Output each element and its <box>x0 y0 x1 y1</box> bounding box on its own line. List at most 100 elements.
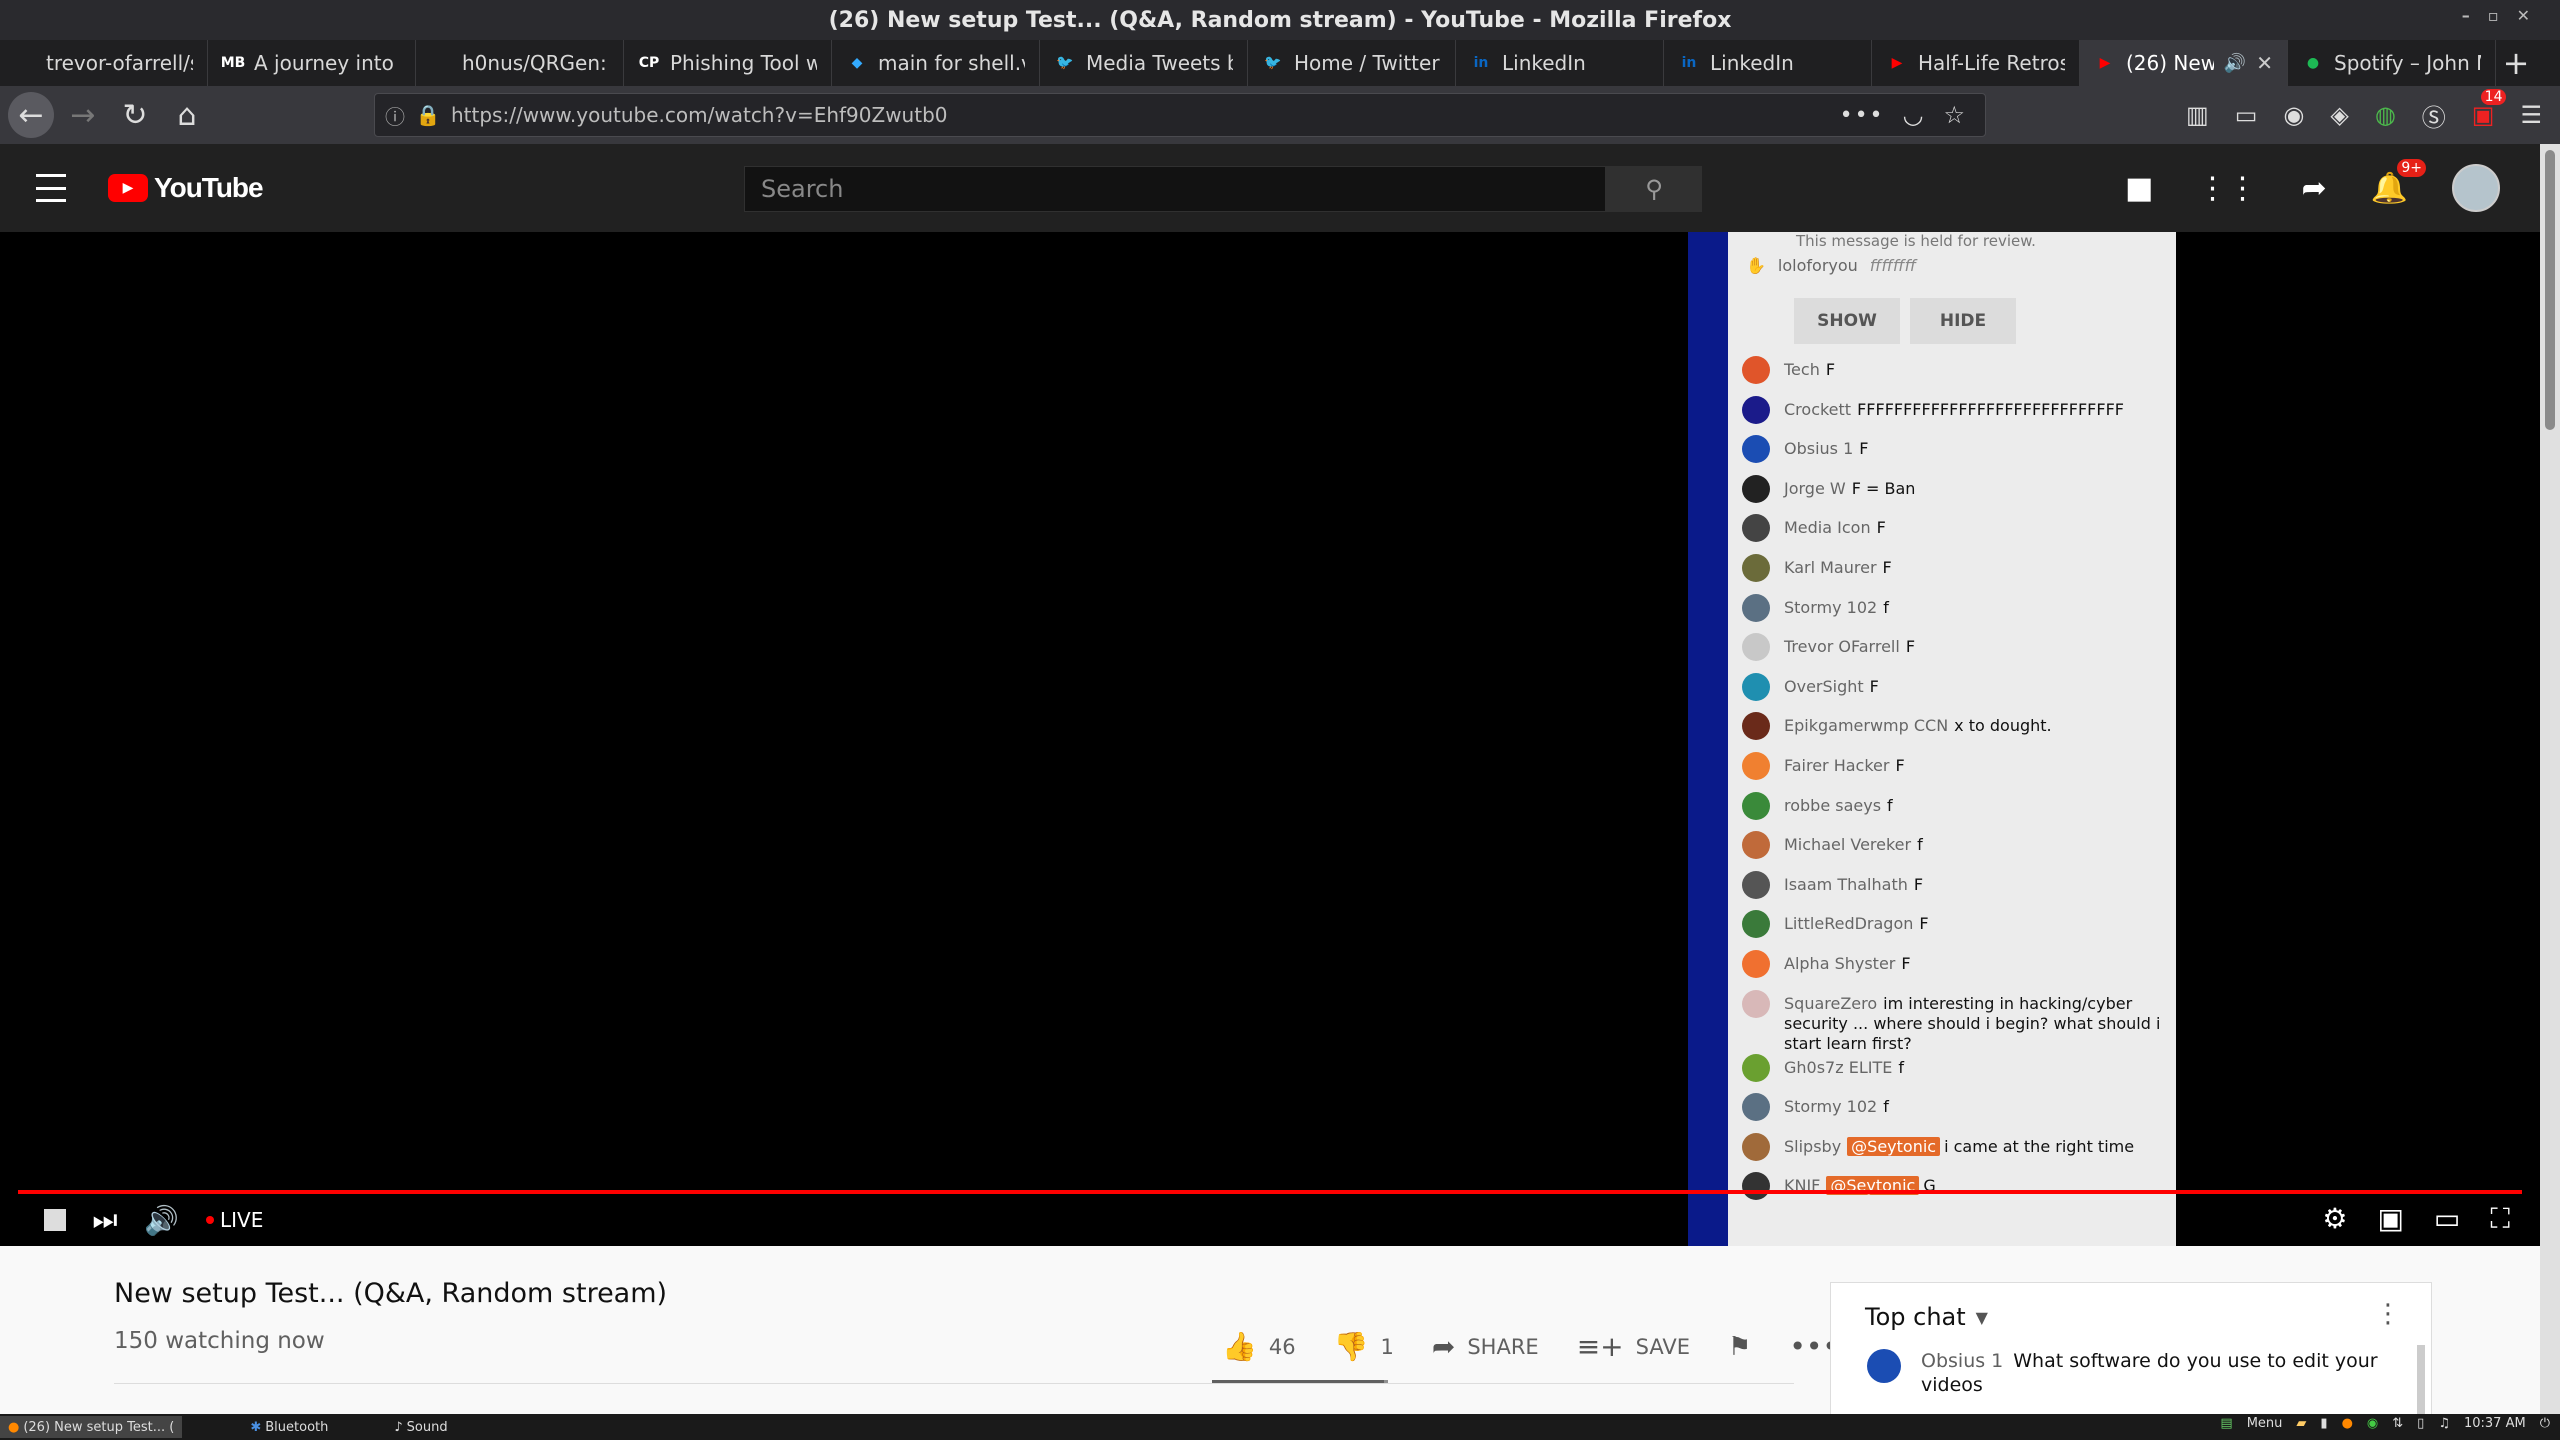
twitter-icon: 🐦 <box>1056 55 1074 71</box>
terminal-icon[interactable]: ▮ <box>2320 1416 2327 1431</box>
twitter-icon: 🐦 <box>1264 55 1282 71</box>
extension-sync-icon[interactable]: ◍ <box>2375 101 2396 129</box>
info-icon[interactable]: ⓘ <box>375 101 415 130</box>
fullscreen-icon[interactable]: ⛶ <box>2490 1202 2510 1236</box>
menu-icon[interactable]: ☰ <box>2520 101 2542 129</box>
page-scrollbar[interactable] <box>2540 144 2560 1414</box>
chat-more-icon[interactable]: ⋮ <box>2375 1299 2401 1329</box>
volume-tray-icon[interactable]: ♫ <box>2438 1416 2450 1431</box>
battery-icon[interactable]: ▯ <box>2417 1416 2424 1431</box>
list-item: Stormy 102 f <box>1742 593 2162 634</box>
tab-10[interactable]: ▶ (26) New s 🔊 ✕ <box>2080 40 2288 86</box>
minimize-icon[interactable]: – <box>2462 6 2470 25</box>
tab-3[interactable]: CP Phishing Tool wit <box>624 40 832 86</box>
address-bar[interactable]: ⓘ 🔒 https://www.youtube.com/watch?v=Ehf9… <box>374 93 1986 137</box>
arrow-left-icon: ← <box>18 97 44 133</box>
tab-6[interactable]: 🐦 Home / Twitter <box>1248 40 1456 86</box>
live-indicator[interactable]: LIVE <box>206 1208 263 1232</box>
home-button[interactable]: ⌂ <box>164 92 210 138</box>
dislike-button[interactable]: 👎 1 <box>1334 1330 1394 1363</box>
forward-button[interactable]: → <box>60 92 106 138</box>
back-button[interactable]: ← <box>8 92 54 138</box>
chat-author: Jorge W <box>1784 478 1846 498</box>
tab-audio-icon[interactable]: 🔊 <box>2224 53 2246 74</box>
search-input[interactable]: Search <box>744 166 1606 212</box>
share-button[interactable]: ➦ SHARE <box>1432 1330 1539 1363</box>
scrollbar-thumb[interactable] <box>2545 150 2555 430</box>
folder-icon[interactable]: ▰ <box>2296 1416 2306 1431</box>
power-icon[interactable]: ⏻ <box>2540 1416 2550 1431</box>
extension-s-icon[interactable]: Ⓢ <box>2422 98 2446 133</box>
youtube-logo-text: YouTube <box>154 172 264 203</box>
new-tab-button[interactable]: + <box>2496 40 2536 86</box>
url-text[interactable]: https://www.youtube.com/watch?v=Ehf90Zwu… <box>451 103 948 127</box>
hamburger-menu-icon[interactable] <box>36 174 66 202</box>
theater-mode-icon[interactable]: ▭ <box>2434 1202 2460 1236</box>
taskbar-item-bluetooth[interactable]: ✱ Bluetooth <box>242 1416 336 1438</box>
chat-author: Karl Maurer <box>1784 557 1877 577</box>
tab-2[interactable]: h0nus/QRGen: Si <box>416 40 624 86</box>
tab-4[interactable]: ◆ main for shell.vp <box>832 40 1040 86</box>
list-item: Crockett FFFFFFFFFFFFFFFFFFFFFFFFFFFFF <box>1742 395 2162 436</box>
apps-grid-icon[interactable]: ⋮⋮ <box>2198 171 2258 206</box>
report-flag-icon[interactable]: ⚑ <box>1728 1332 1751 1362</box>
save-button[interactable]: ≡+ SAVE <box>1577 1330 1690 1363</box>
bookmark-star-icon[interactable]: ☆ <box>1943 101 1965 129</box>
next-icon[interactable]: ⏭ <box>88 1203 122 1237</box>
chrome-icon[interactable]: ◉ <box>2367 1416 2378 1431</box>
chat-text: F = Ban <box>1851 478 1916 498</box>
tab-8[interactable]: in LinkedIn <box>1664 40 1872 86</box>
network-icon[interactable]: ⇅ <box>2392 1416 2403 1431</box>
stop-button[interactable] <box>44 1209 66 1231</box>
clock[interactable]: 10:37 AM <box>2464 1416 2526 1431</box>
chat-text: f <box>1883 1097 1889 1117</box>
list-item: Tech F <box>1742 356 2162 396</box>
chat-author: Epikgamerwmp CCN <box>1784 716 1949 736</box>
library-icon[interactable]: ▥ <box>2186 101 2209 129</box>
account-icon[interactable]: ◉ <box>2283 101 2304 129</box>
pocket-icon[interactable]: ◡ <box>1903 101 1924 129</box>
chat-scrollbar[interactable] <box>2417 1345 2425 1423</box>
close-window-icon[interactable]: ✕ <box>2517 6 2530 25</box>
avatar[interactable] <box>2452 164 2500 212</box>
tab-1[interactable]: MB A journey into Ra <box>208 40 416 86</box>
tab-0[interactable]: trevor-ofarrell/si <box>0 40 208 86</box>
tab-5[interactable]: 🐦 Media Tweets by <box>1040 40 1248 86</box>
list-item: Epikgamerwmp CCN x to dought. <box>1742 712 2162 752</box>
extension-shield-icon[interactable]: ◈ <box>2330 101 2348 129</box>
sidebar-icon[interactable]: ▭ <box>2235 101 2258 129</box>
video-actions: 👍 46 👎 1 ➦ SHARE ≡+ SAVE ⚑ ••• <box>1222 1330 1839 1363</box>
volume-icon[interactable]: 🔊 <box>144 1204 179 1237</box>
maximize-icon[interactable]: ▫ <box>2488 6 2499 25</box>
tab-9[interactable]: ▶ Half-Life Retrosp <box>1872 40 2080 86</box>
held-message-buttons: SHOW HIDE <box>1794 298 2016 344</box>
menu-start-icon[interactable]: ▤ <box>2220 1416 2232 1431</box>
reload-button[interactable]: ↻ <box>112 92 158 138</box>
window-titlebar: (26) New setup Test... (Q&A, Random stre… <box>0 0 2560 40</box>
extension-badge-icon[interactable]: ▣ 14 <box>2472 89 2507 129</box>
tab-7[interactable]: in LinkedIn <box>1456 40 1664 86</box>
miniplayer-icon[interactable]: ▣ <box>2377 1202 2403 1236</box>
notifications-bell-icon[interactable]: 🔔 9+ <box>2371 158 2426 206</box>
close-tab-icon[interactable]: ✕ <box>2256 51 2273 75</box>
messages-icon[interactable]: ➦ <box>2302 171 2327 206</box>
browser-icon[interactable]: ● <box>2342 1416 2353 1431</box>
create-video-icon[interactable]: ■ <box>2125 171 2153 206</box>
tab-11[interactable]: ● Spotify – John Ma <box>2288 40 2496 86</box>
youtube-logo[interactable]: ▶ YouTube <box>108 172 264 204</box>
taskbar-item-sound[interactable]: ♪ Sound <box>386 1416 455 1438</box>
mb-icon: MB <box>220 55 246 71</box>
top-chat-dropdown[interactable]: Top chat ▼ <box>1865 1303 1988 1331</box>
video-player[interactable]: This message is held for review. ✋ lolof… <box>0 232 2540 1246</box>
settings-gear-icon[interactable]: ⚙ <box>2322 1202 2347 1236</box>
list-item: Karl Maurer F <box>1742 553 2162 594</box>
taskbar-item-firefox[interactable]: ● (26) New setup Test... ( <box>0 1416 183 1438</box>
tab-label: main for shell.vp <box>878 51 1025 75</box>
menu-label[interactable]: Menu <box>2247 1416 2283 1431</box>
avatar <box>1742 633 1770 662</box>
search-button[interactable]: ⚲ <box>1606 166 1702 212</box>
page-actions-icon[interactable]: ••• <box>1840 103 1885 128</box>
like-button[interactable]: 👍 46 <box>1222 1330 1296 1363</box>
thumbs-up-icon: 👍 <box>1222 1330 1257 1363</box>
lock-icon[interactable]: 🔒 <box>415 103 441 127</box>
